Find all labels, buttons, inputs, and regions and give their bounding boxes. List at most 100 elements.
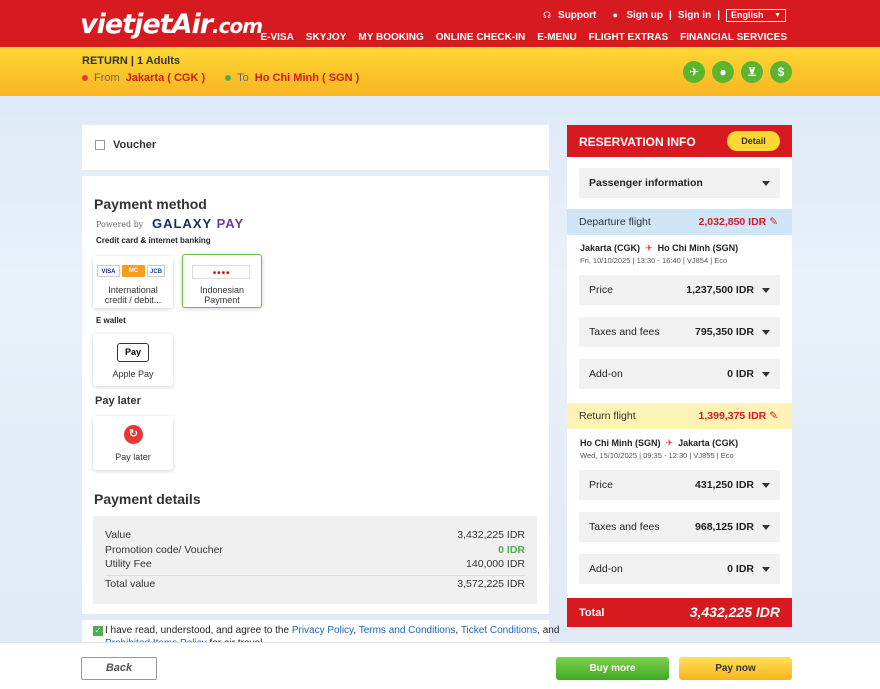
apple-pay-option[interactable]: Pay Apple Pay [93,334,173,386]
plane-icon: ✈ [642,243,656,253]
addon-label: Add-on [589,563,623,575]
total-amount: 3,432,225 IDR [689,604,780,620]
powered-by-label: Powered by [96,220,144,229]
taxes-amount: 968,125 IDR [695,521,754,533]
nav-financial-services[interactable]: FINANCIAL SERVICES [680,32,787,43]
logo-text: vietjet [80,9,173,40]
language-value: English [731,9,764,20]
route-from: Ho Chi Minh (SGN) [580,438,661,448]
payment-details-title: Payment details [94,491,201,507]
booking-steps: ✈ ● ⊻ $ [683,61,792,83]
pay-later-option[interactable]: ↻ Pay later [93,416,173,470]
reservation-title: RESERVATION INFO [579,135,696,149]
agreement-text: I have read, understood, and agree to th… [105,625,560,636]
detail-amount: 140,000 IDR [466,558,525,570]
addon-label: Add-on [589,368,623,380]
payment-details-box: Value 3,432,225 IDR Promotion code/ Vouc… [93,516,537,604]
headset-icon: ☊ [543,10,552,20]
option-label: Apple Pay [112,369,154,379]
indonesian-payment-option[interactable]: ■ ■ ■ ■ Indonesian Payment [182,254,262,308]
pay-now-button[interactable]: Pay now [679,657,792,680]
jcb-icon: JCB [147,265,165,277]
visa-icon: VISA [97,265,120,277]
pay-later-heading: Pay later [95,395,141,407]
route-from: Jakarta (CGK) [580,243,641,253]
detail-row-value: Value 3,432,225 IDR [105,529,525,541]
from-city: Jakarta ( CGK ) [125,72,206,84]
nav-flight-extras[interactable]: FLIGHT EXTRAS [589,32,668,43]
departure-route: Jakarta (CGK) ✈ Ho Chi Minh (SGN) [580,243,738,254]
apple-pay-icon-text: Pay [124,347,141,357]
passenger-icon[interactable]: ● [712,61,734,83]
detail-label: Total value [105,578,156,590]
return-price-select[interactable]: Price 431,250 IDR [579,470,780,500]
voucher-checkbox[interactable] [95,140,105,150]
detail-button[interactable]: Detail [727,131,780,151]
total-label: Total [579,607,605,619]
nav-skyjoy[interactable]: SKYJOY [306,32,347,43]
departure-flight-header: Departure flight 2,032,850 IDR ✎ [567,209,792,235]
privacy-policy-link[interactable]: Privacy Policy [292,625,354,636]
reservation-total: Total 3,432,225 IDR [567,598,792,627]
galaxy-text: GALAXY [152,216,212,231]
plane-icon[interactable]: ✈ [683,61,705,83]
return-flight-header: Return flight 1,399,375 IDR ✎ [567,403,792,429]
detail-amount: 3,432,225 IDR [457,529,525,541]
buy-more-button[interactable]: Buy more [556,657,669,680]
return-addon-select[interactable]: Add-on 0 IDR [579,554,780,584]
chevron-down-icon [762,525,770,530]
departure-taxes-select[interactable]: Taxes and fees 795,350 IDR [579,317,780,347]
nav-online-checkin[interactable]: ONLINE CHECK-IN [436,32,525,43]
language-select[interactable]: English ▼ [726,8,786,22]
agree-checkbox[interactable]: ✓ [93,626,103,636]
vietjet-logo[interactable]: vietjetAir.com [80,9,263,40]
signin-link[interactable]: Sign in [678,10,711,21]
signup-link[interactable]: Sign up [626,10,663,21]
payment-card: Payment method Powered by GALAXY PAY Cre… [82,176,549,614]
trip-route: From Jakarta ( CGK ) To Ho Chi Minh ( SG… [82,72,359,84]
option-label: Pay later [115,452,151,462]
voucher-label: Voucher [113,139,157,151]
chevron-down-icon [762,330,770,335]
detail-row-total: Total value 3,572,225 IDR [105,578,525,590]
chevron-down-icon [762,372,770,377]
passenger-info-select[interactable]: Passenger information [579,168,780,198]
galaxy-pay-logo: GALAXY PAY [152,216,244,231]
agreement-prefix: I have read, understood, and agree to th… [105,625,292,636]
indonesian-payment-icon: ■ ■ ■ ■ [192,265,250,279]
ticket-conditions-link[interactable]: Ticket Conditions [461,625,537,636]
price-amount: 431,250 IDR [695,479,754,491]
detail-amount: 0 IDR [498,544,525,556]
departure-date: Fri, 10/10/2025 | 13:30 - 16:40 | VJ854 … [580,256,728,265]
logo-domain-text: .com [212,14,263,38]
option-label: Payment [204,295,240,305]
nav-evisa[interactable]: E-VISA [260,32,293,43]
detail-amount: 3,572,225 IDR [457,578,525,590]
international-card-option[interactable]: VISA MC JCB International credit / debit… [93,256,173,308]
dollar-icon[interactable]: $ [770,61,792,83]
return-amount[interactable]: 1,399,375 IDR ✎ [699,410,778,422]
taxes-label: Taxes and fees [589,326,660,338]
addon-amount: 0 IDR [727,563,754,575]
payment-method-title: Payment method [94,196,207,212]
chevron-down-icon: ▼ [774,11,781,19]
price-amount: 1,237,500 IDR [686,284,754,296]
chevron-down-icon [762,483,770,488]
divider [105,575,525,576]
departure-addon-select[interactable]: Add-on 0 IDR [579,359,780,389]
back-button[interactable]: Back [81,657,157,680]
return-amount-text: 1,399,375 IDR [698,410,767,422]
ewallet-label: E wallet [96,316,126,325]
nav-my-booking[interactable]: MY BOOKING [358,32,423,43]
edit-icon[interactable]: ✎ [769,410,778,422]
edit-icon[interactable]: ✎ [769,216,778,228]
option-label: International [108,285,158,295]
nav-emenu[interactable]: E-MENU [537,32,576,43]
cart-icon[interactable]: ⊻ [741,61,763,83]
departure-amount[interactable]: 2,032,850 IDR ✎ [699,216,778,228]
agreement-and: , and [537,625,560,636]
departure-price-select[interactable]: Price 1,237,500 IDR [579,275,780,305]
return-taxes-select[interactable]: Taxes and fees 968,125 IDR [579,512,780,542]
terms-link[interactable]: Terms and Conditions [359,625,456,636]
support-link[interactable]: Support [558,10,596,21]
